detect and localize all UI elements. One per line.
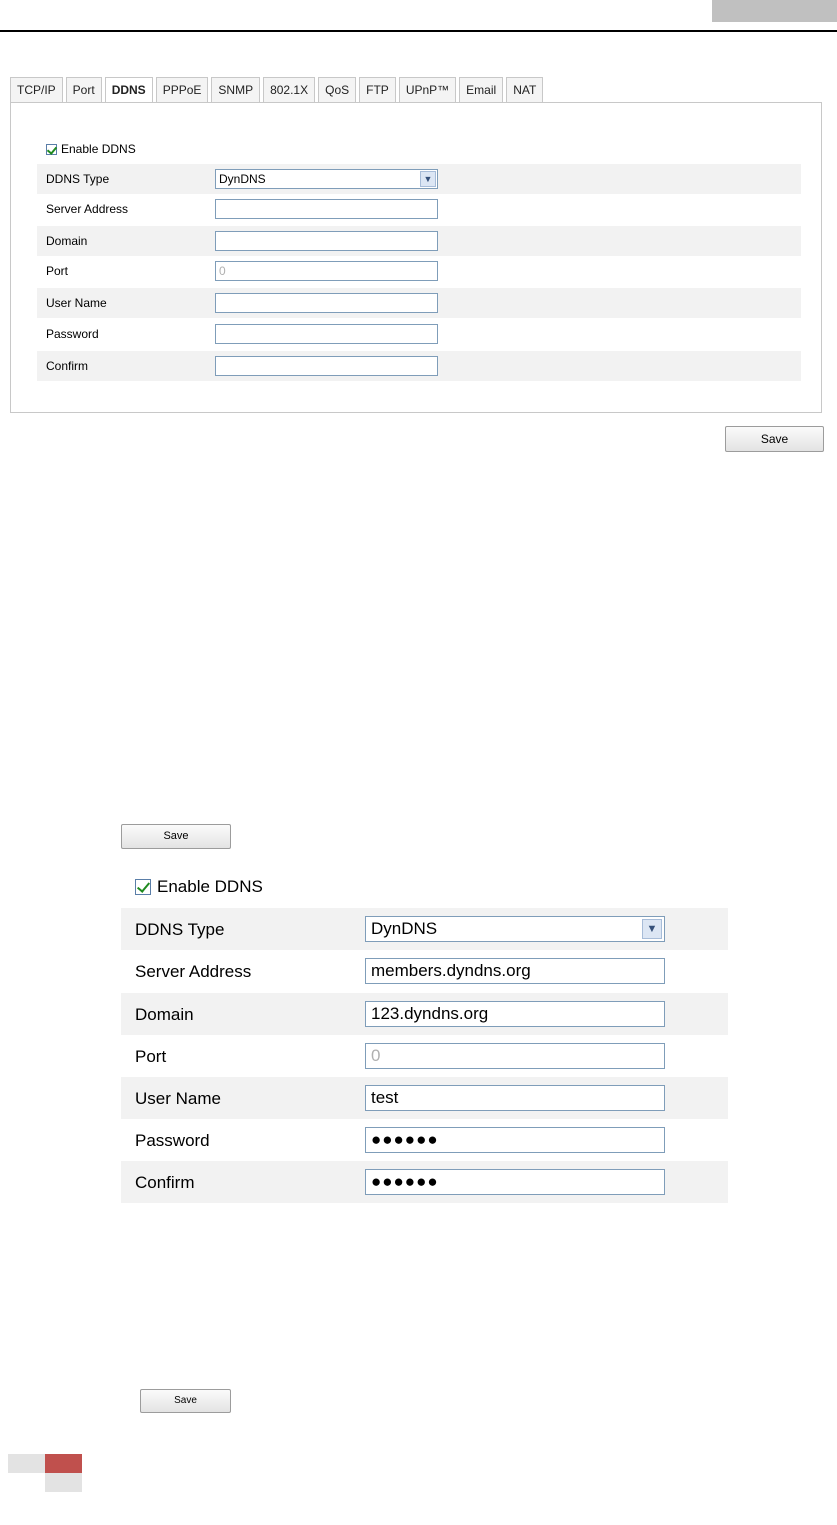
password-label: Password xyxy=(46,327,99,341)
enable-ddns-checkbox[interactable]: Enable DDNS xyxy=(46,142,136,156)
tab-qos[interactable]: QoS xyxy=(318,77,357,102)
confirm-input-large[interactable]: ●●●●●● xyxy=(365,1169,665,1195)
domain-row: Domain xyxy=(37,226,801,256)
footer-block-grey xyxy=(8,1454,45,1473)
tab-8021x[interactable]: 802.1X xyxy=(263,77,316,102)
tab-port[interactable]: Port xyxy=(65,77,102,102)
tab-snmp[interactable]: SNMP xyxy=(211,77,261,102)
confirm-label: Confirm xyxy=(46,359,89,373)
confirm-row: Confirm xyxy=(37,351,801,381)
tab-ftp[interactable]: FTP xyxy=(359,77,396,102)
ddns-type-row: DDNS Type DynDNS ▼ xyxy=(37,164,801,194)
ddns-type-label: DDNS Type xyxy=(46,172,110,186)
domain-label-large: Domain xyxy=(135,1005,194,1024)
confirm-row-large: Confirm ●●●●●● xyxy=(121,1161,728,1203)
password-row: Password xyxy=(37,319,801,349)
enable-ddns-label: Enable DDNS xyxy=(61,142,136,156)
save-button-example[interactable]: Save xyxy=(121,824,231,849)
tab-email[interactable]: Email xyxy=(459,77,504,102)
header-rule xyxy=(0,30,837,32)
save-button-bottom[interactable]: Save xyxy=(140,1389,231,1413)
confirm-label-large: Confirm xyxy=(135,1173,195,1192)
ddns-type-row-large: DDNS Type DynDNS ▼ xyxy=(121,908,728,950)
ddns-type-select-large[interactable]: DynDNS ▼ xyxy=(365,916,665,942)
port-row-large: Port 0 xyxy=(121,1035,728,1077)
password-input-large[interactable]: ●●●●●● xyxy=(365,1127,665,1153)
domain-row-large: Domain 123.dyndns.org xyxy=(121,993,728,1035)
ddns-type-select[interactable]: DynDNS ▼ xyxy=(215,169,438,189)
password-label-large: Password xyxy=(135,1131,210,1150)
server-address-input[interactable] xyxy=(215,199,438,219)
server-address-row: Server Address xyxy=(37,194,801,224)
checkmark-icon[interactable] xyxy=(46,143,57,155)
enable-ddns-checkbox-large[interactable]: Enable DDNS xyxy=(135,877,263,897)
enable-ddns-label-large: Enable DDNS xyxy=(157,877,263,896)
tab-nat[interactable]: NAT xyxy=(506,77,544,102)
user-name-input[interactable] xyxy=(215,293,438,313)
user-name-label-large: User Name xyxy=(135,1089,221,1108)
tab-tcpip[interactable]: TCP/IP xyxy=(10,77,63,102)
ddns-type-value-large: DynDNS xyxy=(371,919,438,938)
chevron-down-icon[interactable]: ▼ xyxy=(420,171,436,187)
confirm-input[interactable] xyxy=(215,356,438,376)
server-address-label-large: Server Address xyxy=(135,962,252,981)
port-label-large: Port xyxy=(135,1047,167,1066)
domain-input-large[interactable]: 123.dyndns.org xyxy=(365,1001,665,1027)
password-row-large: Password ●●●●●● xyxy=(121,1119,728,1161)
port-row: Port 0 xyxy=(37,256,801,286)
save-button[interactable]: Save xyxy=(725,426,824,452)
server-address-row-large: Server Address members.dyndns.org xyxy=(121,950,728,992)
domain-label: Domain xyxy=(46,234,88,248)
user-name-label: User Name xyxy=(46,296,107,310)
tab-pppoe[interactable]: PPPoE xyxy=(155,77,209,102)
ddns-type-value: DynDNS xyxy=(219,172,266,186)
checkmark-icon[interactable] xyxy=(135,879,151,895)
user-name-input-large[interactable]: test xyxy=(365,1085,665,1111)
header-block xyxy=(712,0,837,22)
tab-upnp[interactable]: UPnP™ xyxy=(398,77,457,102)
ddns-type-label-large: DDNS Type xyxy=(135,920,225,939)
chevron-down-icon[interactable]: ▼ xyxy=(642,919,662,939)
port-input: 0 xyxy=(215,261,438,281)
port-input-large: 0 xyxy=(365,1043,665,1069)
user-name-row-large: User Name test xyxy=(121,1077,728,1119)
port-label: Port xyxy=(46,264,69,278)
footer-block-grey-lower xyxy=(45,1473,82,1492)
domain-input[interactable] xyxy=(215,231,438,251)
footer-block-accent xyxy=(45,1454,82,1473)
server-address-input-large[interactable]: members.dyndns.org xyxy=(365,958,665,984)
server-address-label: Server Address xyxy=(46,202,129,216)
tab-ddns[interactable]: DDNS xyxy=(104,77,153,104)
user-name-row: User Name xyxy=(37,288,801,318)
password-input[interactable] xyxy=(215,324,438,344)
tab-bar: TCP/IP Port DDNS PPPoE SNMP 802.1X QoS F… xyxy=(10,77,546,104)
